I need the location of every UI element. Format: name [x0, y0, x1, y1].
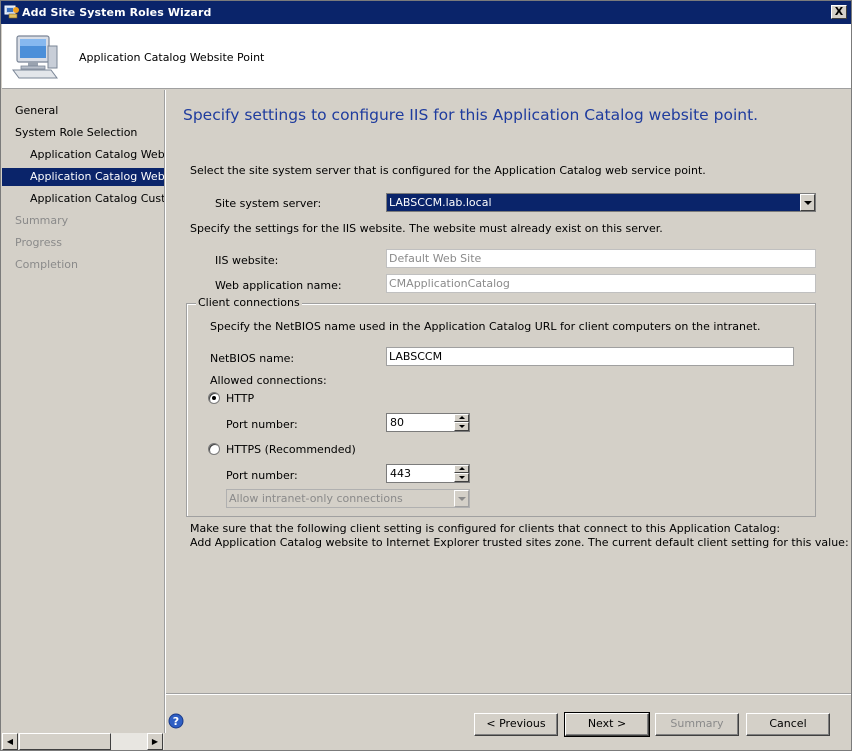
close-button[interactable]: X: [831, 5, 847, 19]
scroll-right-arrow-icon[interactable]: ▶: [147, 733, 163, 750]
https-port-stepper[interactable]: 443: [386, 464, 470, 483]
client-connections-group: Client connections Specify the NetBIOS n…: [186, 296, 816, 517]
https-port-label: Port number:: [226, 469, 298, 482]
svg-text:?: ?: [173, 715, 179, 728]
https-label[interactable]: HTTPS (Recommended): [226, 443, 356, 456]
sidebar-item-system-role-selection[interactable]: System Role Selection: [2, 124, 164, 142]
sidebar-item-general[interactable]: General: [2, 102, 164, 120]
title-bar: Add Site System Roles Wizard X: [1, 1, 851, 24]
http-radio[interactable]: [208, 392, 220, 404]
web-app-name-label: Web application name:: [215, 279, 342, 292]
help-icon[interactable]: ?: [168, 713, 184, 729]
spin-down-icon[interactable]: [454, 473, 469, 482]
allowed-connections-label: Allowed connections:: [210, 374, 327, 387]
footer-divider: [166, 693, 851, 695]
sidebar-item-app-catalog-customization[interactable]: Application Catalog Customi: [2, 190, 164, 208]
client-setting-note-line2: Add Application Catalog website to Inter…: [190, 536, 852, 549]
computer-icon: [12, 35, 58, 79]
select-server-text: Select the site system server that is co…: [190, 164, 706, 177]
previous-button[interactable]: < Previous: [474, 713, 558, 736]
https-connection-option-select: Allow intranet-only connections: [226, 489, 470, 508]
iis-website-label: IIS website:: [215, 254, 279, 267]
client-connections-legend: Client connections: [196, 296, 302, 309]
site-system-server-label: Site system server:: [215, 197, 322, 210]
netbios-name-label: NetBIOS name:: [210, 352, 295, 365]
wizard-header: Application Catalog Website Point: [2, 24, 851, 89]
site-system-server-select[interactable]: LABSCCM.lab.local: [386, 193, 816, 212]
sidebar-item-app-catalog-website[interactable]: Application Catalog Website: [2, 168, 164, 186]
https-radio[interactable]: [208, 443, 220, 455]
client-setting-note-line1: Make sure that the following client sett…: [190, 522, 781, 535]
chevron-down-icon: [454, 490, 469, 507]
header-title: Application Catalog Website Point: [79, 51, 265, 64]
page-heading: Specify settings to configure IIS for th…: [183, 106, 759, 124]
iis-settings-text: Specify the settings for the IIS website…: [190, 222, 663, 235]
netbios-text: Specify the NetBIOS name used in the App…: [210, 320, 761, 333]
sidebar-item-progress: Progress: [15, 236, 62, 249]
http-port-label: Port number:: [226, 418, 298, 431]
spin-up-icon[interactable]: [454, 414, 469, 422]
window-title: Add Site System Roles Wizard: [22, 6, 212, 19]
main-content: Specify settings to configure IIS for th…: [166, 90, 852, 750]
web-app-name-field: CMApplicationCatalog: [386, 274, 816, 293]
next-button[interactable]: Next >: [564, 712, 650, 737]
sidebar-horizontal-scrollbar[interactable]: ◀ ▶: [2, 733, 164, 750]
sidebar-item-summary: Summary: [15, 214, 69, 227]
sidebar-item-app-catalog-web-service[interactable]: Application Catalog Web Se: [2, 146, 164, 164]
http-label[interactable]: HTTP: [226, 392, 254, 405]
summary-button: Summary: [655, 713, 739, 736]
sidebar-item-completion: Completion: [15, 258, 79, 271]
wizard-sidebar: General System Role Selection Applicatio…: [2, 90, 164, 733]
https-connection-option-value: Allow intranet-only connections: [229, 492, 403, 505]
scroll-left-arrow-icon[interactable]: ◀: [2, 733, 18, 750]
spin-down-icon[interactable]: [454, 422, 469, 431]
iis-website-field: Default Web Site: [386, 249, 816, 268]
cancel-button[interactable]: Cancel: [746, 713, 830, 736]
scrollbar-thumb[interactable]: [19, 733, 111, 750]
http-port-value: 80: [390, 416, 404, 429]
wizard-app-icon: [4, 5, 19, 19]
chevron-down-icon[interactable]: [800, 194, 815, 211]
https-port-value: 443: [390, 467, 411, 480]
netbios-name-input[interactable]: LABSCCM: [386, 347, 794, 366]
site-system-server-value: LABSCCM.lab.local: [389, 196, 492, 209]
http-port-stepper[interactable]: 80: [386, 413, 470, 432]
spin-up-icon[interactable]: [454, 465, 469, 473]
wizard-window: Add Site System Roles Wizard X Applicati…: [0, 0, 852, 751]
